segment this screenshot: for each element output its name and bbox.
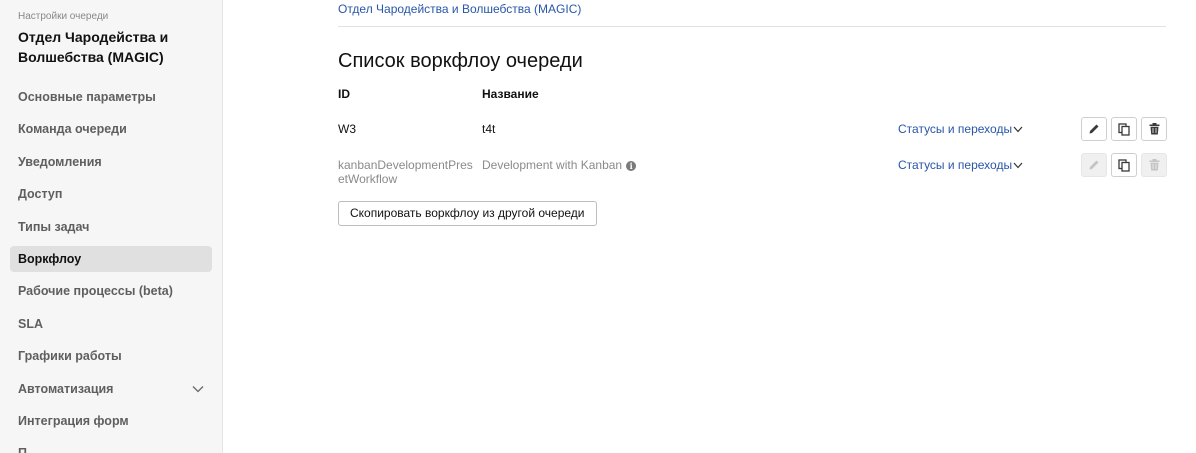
trash-icon	[1149, 123, 1159, 135]
main-content: Отдел Чародейства и Волшебства (MAGIC) С…	[223, 0, 1196, 453]
sidebar-item-access[interactable]: Доступ	[10, 181, 212, 207]
delete-workflow-button[interactable]	[1141, 117, 1167, 141]
edit-workflow-button[interactable]	[1081, 153, 1107, 177]
sidebar-item-form-integration[interactable]: Интеграция форм	[10, 408, 212, 434]
statuses-transitions-label: Статусы и переходы	[898, 122, 1013, 136]
sidebar: Настройки очереди Отдел Чародейства и Во…	[0, 0, 223, 453]
sidebar-item-more[interactable]: П...	[10, 440, 212, 453]
delete-workflow-button[interactable]	[1141, 153, 1167, 177]
sidebar-item-basic-params[interactable]: Основные параметры	[10, 84, 212, 110]
statuses-transitions-dropdown[interactable]: Статусы и переходы	[898, 158, 1023, 172]
sidebar-item-workflows[interactable]: Воркфлоу	[10, 245, 212, 272]
chevron-down-icon	[1013, 162, 1023, 169]
pencil-icon	[1089, 160, 1099, 170]
divider	[338, 26, 1166, 27]
workflow-name: Development with Kanban	[482, 158, 623, 172]
edit-workflow-button[interactable]	[1081, 117, 1107, 141]
workflow-name: t4t	[482, 122, 496, 136]
copy-workflow-button[interactable]	[1111, 153, 1137, 177]
copy-workflow-from-queue-button[interactable]: Скопировать воркфлоу из другой очереди	[338, 201, 597, 226]
copy-icon	[1118, 122, 1130, 136]
sidebar-item-automation[interactable]: Автоматизация	[10, 376, 212, 402]
copy-workflow-button[interactable]	[1111, 117, 1137, 141]
sidebar-item-queue-team[interactable]: Команда очереди	[10, 116, 212, 142]
workflow-name-cell: Development with Kanban i	[482, 158, 637, 172]
copy-icon	[1118, 158, 1130, 172]
sidebar-item-sla[interactable]: SLA	[10, 311, 212, 337]
pencil-icon	[1089, 124, 1099, 134]
chevron-down-icon	[1013, 126, 1023, 133]
trash-icon	[1149, 159, 1159, 171]
sidebar-item-notifications[interactable]: Уведомления	[10, 149, 212, 175]
app: Настройки очереди Отдел Чародейства и Во…	[0, 0, 1196, 453]
info-icon[interactable]: i	[626, 161, 637, 171]
sidebar-item-work-processes[interactable]: Рабочие процессы (beta)	[10, 278, 212, 304]
sidebar-item-work-schedules[interactable]: Графики работы	[10, 343, 212, 369]
breadcrumb-queue-link[interactable]: Отдел Чародейства и Волшебства (MAGIC)	[338, 2, 581, 16]
chevron-down-icon[interactable]	[192, 385, 204, 393]
page-title: Список воркфлоу очереди	[338, 50, 583, 72]
sidebar-item-issue-types[interactable]: Типы задач	[10, 214, 212, 240]
sidebar-caption: Настройки очереди	[18, 11, 109, 22]
column-header-name: Название	[482, 87, 539, 101]
queue-title: Отдел Чародейства и Волшебства (MAGIC)	[18, 29, 169, 65]
column-header-id: ID	[338, 87, 350, 101]
statuses-transitions-label: Статусы и переходы	[898, 158, 1013, 172]
sidebar-item-automation-label: Автоматизация	[18, 381, 114, 396]
statuses-transitions-dropdown[interactable]: Статусы и переходы	[898, 122, 1023, 136]
sidebar-nav: Основные параметры Команда очереди Уведо…	[10, 84, 212, 453]
workflow-id: W3	[338, 122, 356, 136]
workflow-id: kanbanDevelopmentPresetWorkflow	[338, 158, 473, 186]
